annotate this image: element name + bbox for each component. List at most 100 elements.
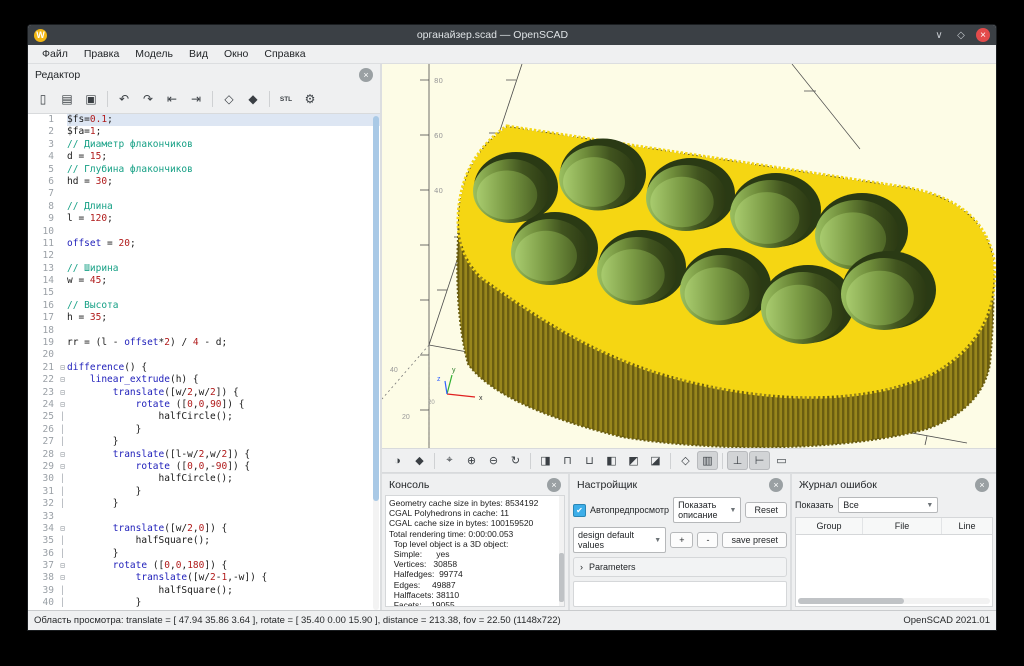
code-line[interactable]: 18: [28, 325, 380, 337]
code-line[interactable]: 34⊟ translate([w/2,0]) {: [28, 523, 380, 535]
render-button[interactable]: ◆: [242, 88, 264, 110]
console-scrollbar-thumb[interactable]: [559, 553, 564, 603]
preset-select[interactable]: design default values▼: [573, 527, 666, 553]
code-line[interactable]: 36│ }: [28, 548, 380, 560]
code-line[interactable]: 16// Высота: [28, 300, 380, 312]
view-perspective-button[interactable]: ◇: [675, 451, 696, 470]
code-line[interactable]: 23⊟ translate([w/2,w/2]) {: [28, 387, 380, 399]
render-preview-button[interactable]: ◑: [387, 451, 408, 470]
fold-marker[interactable]: ⊟: [58, 399, 67, 411]
autopreview-checkbox[interactable]: ✔: [573, 504, 586, 517]
editor-close-icon[interactable]: ×: [359, 68, 373, 82]
code-line[interactable]: 5// Глубина флакончиков: [28, 164, 380, 176]
parameters-expander[interactable]: › Parameters: [573, 557, 787, 577]
code-line[interactable]: 32│ }: [28, 498, 380, 510]
errorlog-column-line[interactable]: Line: [942, 518, 992, 534]
errorlog-close-icon[interactable]: ×: [975, 478, 989, 492]
errorlog-column-group[interactable]: Group: [796, 518, 863, 534]
fold-marker[interactable]: ⊟: [58, 461, 67, 473]
code-line[interactable]: 10: [28, 226, 380, 238]
add-preset-button[interactable]: +: [670, 532, 693, 548]
zoom-out-button[interactable]: ⊖: [483, 451, 504, 470]
code-line[interactable]: 38⊟ translate([w/2-1,-w]) {: [28, 572, 380, 584]
code-line[interactable]: 7: [28, 188, 380, 200]
fold-marker[interactable]: ⊟: [58, 374, 67, 386]
menu-5[interactable]: Окно: [216, 48, 256, 60]
code-line[interactable]: 12: [28, 250, 380, 262]
code-line[interactable]: 14w = 45;: [28, 275, 380, 287]
zoom-all-button[interactable]: ⌖: [439, 451, 460, 470]
reset-button[interactable]: Reset: [745, 502, 787, 518]
unindent-button[interactable]: ⇤: [161, 88, 183, 110]
code-line[interactable]: 27│ }: [28, 436, 380, 448]
code-line[interactable]: 26│ }: [28, 424, 380, 436]
show-scale-markers-button[interactable]: ⊢: [749, 451, 770, 470]
console-close-icon[interactable]: ×: [547, 478, 561, 492]
code-line[interactable]: 6hd = 30;: [28, 176, 380, 188]
code-line[interactable]: 17h = 35;: [28, 312, 380, 324]
code-line[interactable]: 2$fa=1;: [28, 126, 380, 138]
fold-marker[interactable]: ⊟: [58, 387, 67, 399]
code-line[interactable]: 37⊟ rotate ([0,0,180]) {: [28, 560, 380, 572]
indent-button[interactable]: ⇥: [185, 88, 207, 110]
menu-6[interactable]: Справка: [256, 48, 313, 60]
render-button[interactable]: ◆: [409, 451, 430, 470]
view-top-button[interactable]: ⊓: [557, 451, 578, 470]
code-line[interactable]: 29⊟ rotate ([0,0,-90]) {: [28, 461, 380, 473]
code-line[interactable]: 11offset = 20;: [28, 238, 380, 250]
preview-button[interactable]: ◇: [218, 88, 240, 110]
description-select[interactable]: Показать описание▼: [673, 497, 741, 523]
redo-button[interactable]: ↷: [137, 88, 159, 110]
menu-2[interactable]: Правка: [76, 48, 127, 60]
save-preset-button[interactable]: save preset: [722, 532, 787, 548]
editor-scrollbar-thumb[interactable]: [373, 116, 379, 501]
code-line[interactable]: 33: [28, 511, 380, 523]
customizer-close-icon[interactable]: ×: [769, 478, 783, 492]
code-editor[interactable]: 1$fs=0.1;2$fa=1;3// Диаметр флакончиков4…: [28, 113, 380, 610]
save-file-button[interactable]: ▣: [80, 88, 102, 110]
view-right-button[interactable]: ◨: [535, 451, 556, 470]
new-file-button[interactable]: ▯: [32, 88, 54, 110]
open-file-button[interactable]: ▤: [56, 88, 78, 110]
reset-view-button[interactable]: ↻: [505, 451, 526, 470]
fold-marker[interactable]: ⊟: [58, 449, 67, 461]
code-line[interactable]: 13// Ширина: [28, 263, 380, 275]
export-stl-button[interactable]: STL: [275, 88, 297, 110]
show-edges-button[interactable]: ▭: [771, 451, 792, 470]
close-button[interactable]: ×: [976, 28, 990, 42]
code-line[interactable]: 24⊟ rotate ([0,0,90]) {: [28, 399, 380, 411]
zoom-in-button[interactable]: ⊕: [461, 451, 482, 470]
fold-marker[interactable]: ⊟: [58, 523, 67, 535]
menu-4[interactable]: Вид: [181, 48, 216, 60]
fold-marker[interactable]: ⊟: [58, 362, 67, 374]
remove-preset-button[interactable]: -: [697, 532, 718, 548]
code-line[interactable]: 25│ halfCircle();: [28, 411, 380, 423]
code-line[interactable]: 19rr = (l - offset*2) / 4 - d;: [28, 337, 380, 349]
code-line[interactable]: 4d = 15;: [28, 151, 380, 163]
errorlog-hscrollbar-thumb[interactable]: [798, 598, 904, 604]
undo-button[interactable]: ↶: [113, 88, 135, 110]
view-left-button[interactable]: ◧: [601, 451, 622, 470]
code-line[interactable]: 1$fs=0.1;: [28, 114, 380, 126]
errorlog-filter-select[interactable]: Все▼: [838, 497, 938, 513]
code-line[interactable]: 40│ }: [28, 597, 380, 609]
show-axes-button[interactable]: ⊥: [727, 451, 748, 470]
code-line[interactable]: 21⊟difference() {: [28, 362, 380, 374]
menu-3[interactable]: Модель: [127, 48, 181, 60]
code-line[interactable]: 20: [28, 349, 380, 361]
viewport-3d[interactable]: 8060402040xyz20: [382, 64, 996, 448]
code-line[interactable]: 15: [28, 287, 380, 299]
view-bottom-button[interactable]: ⊔: [579, 451, 600, 470]
minimize-button[interactable]: ∨: [932, 28, 946, 42]
view-back-button[interactable]: ◪: [645, 451, 666, 470]
view-orthogonal-button[interactable]: ▥: [697, 451, 718, 470]
console-output[interactable]: Geometry cache size in bytes: 8534192CGA…: [385, 495, 565, 607]
code-line[interactable]: 39│ halfSquare();: [28, 585, 380, 597]
code-line[interactable]: 28⊟ translate([l-w/2,w/2]) {: [28, 449, 380, 461]
errorlog-column-file[interactable]: File: [863, 518, 942, 534]
fold-marker[interactable]: ⊟: [58, 572, 67, 584]
code-line[interactable]: 30│ halfCircle();: [28, 473, 380, 485]
code-line[interactable]: 31│ }: [28, 486, 380, 498]
code-line[interactable]: 35│ halfSquare();: [28, 535, 380, 547]
fold-marker[interactable]: ⊟: [58, 560, 67, 572]
